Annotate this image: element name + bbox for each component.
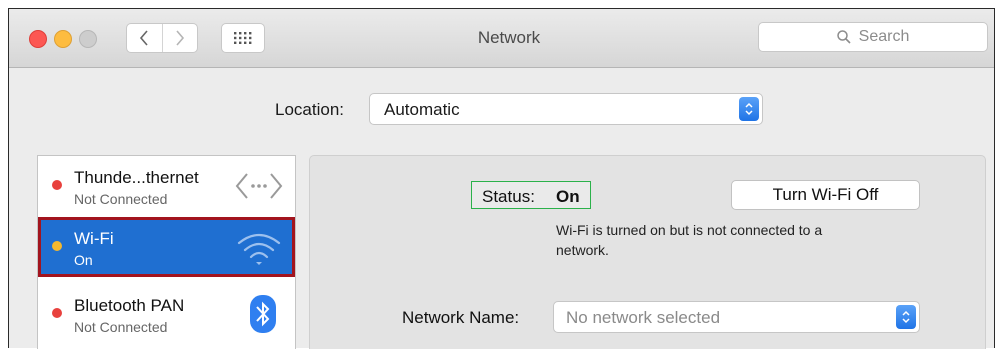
status-dot <box>52 180 62 190</box>
service-item-thunderbolt-ethernet[interactable]: Thunde...thernet Not Connected <box>38 156 295 216</box>
wifi-icon <box>237 233 281 265</box>
back-button[interactable] <box>127 24 162 52</box>
detail-pane: Status: On Turn Wi-Fi Off Wi-Fi is turne… <box>309 155 986 349</box>
turn-wifi-off-button[interactable]: Turn Wi-Fi Off <box>731 180 920 210</box>
status-dot <box>52 241 62 251</box>
location-select[interactable]: Automatic <box>369 93 763 125</box>
network-name-select[interactable]: No network selected <box>553 301 920 333</box>
service-item-wifi[interactable]: Wi-Fi On <box>38 217 295 277</box>
grid-icon <box>234 32 252 44</box>
status-value: On <box>556 187 580 206</box>
location-stepper[interactable] <box>739 97 759 121</box>
location-label: Location: <box>275 100 344 119</box>
status-description-line: Wi-Fi is turned on but is not connected … <box>556 222 823 238</box>
service-status: Not Connected <box>74 319 168 335</box>
up-down-arrows-icon <box>745 102 753 116</box>
service-list: Thunde...thernet Not Connected Wi-Fi On <box>37 155 296 349</box>
service-name: Bluetooth PAN <box>74 296 185 315</box>
search-icon <box>836 30 851 44</box>
status-description-line: network. <box>556 242 609 258</box>
service-item-bluetooth-pan[interactable]: Bluetooth PAN Not Connected <box>38 284 295 344</box>
service-name: Thunde...thernet <box>74 168 199 187</box>
status-description: Wi-Fi is turned on but is not connected … <box>556 220 916 260</box>
network-name-stepper[interactable] <box>896 305 916 329</box>
location-value: Automatic <box>384 100 460 119</box>
service-status: Not Connected <box>74 191 168 207</box>
service-status: On <box>74 252 93 268</box>
back-forward-group <box>126 23 198 53</box>
window-title: Network <box>477 28 541 47</box>
service-name: Wi-Fi <box>74 229 114 248</box>
status-box: Status: On <box>471 181 591 209</box>
ethernet-arrows-icon <box>235 173 283 199</box>
bluetooth-icon <box>250 295 276 333</box>
status-dot <box>52 308 62 318</box>
forward-button[interactable] <box>161 24 198 52</box>
chevron-right-icon <box>176 30 184 46</box>
chevron-left-icon <box>140 30 148 46</box>
search-placeholder: Search <box>858 28 910 45</box>
title-bar: Network Search <box>9 9 994 68</box>
zoom-window-button[interactable] <box>79 30 97 48</box>
show-all-button[interactable] <box>221 23 265 53</box>
network-name-label: Network Name: <box>402 308 520 327</box>
status-label: Status: <box>482 187 535 206</box>
close-window-button[interactable] <box>29 30 47 48</box>
minimize-window-button[interactable] <box>54 30 72 48</box>
network-preferences-window: Network Search Location: Automatic Thund… <box>8 8 995 349</box>
search-field[interactable]: Search <box>758 22 988 52</box>
up-down-arrows-icon <box>902 310 910 324</box>
network-name-placeholder: No network selected <box>566 308 721 327</box>
